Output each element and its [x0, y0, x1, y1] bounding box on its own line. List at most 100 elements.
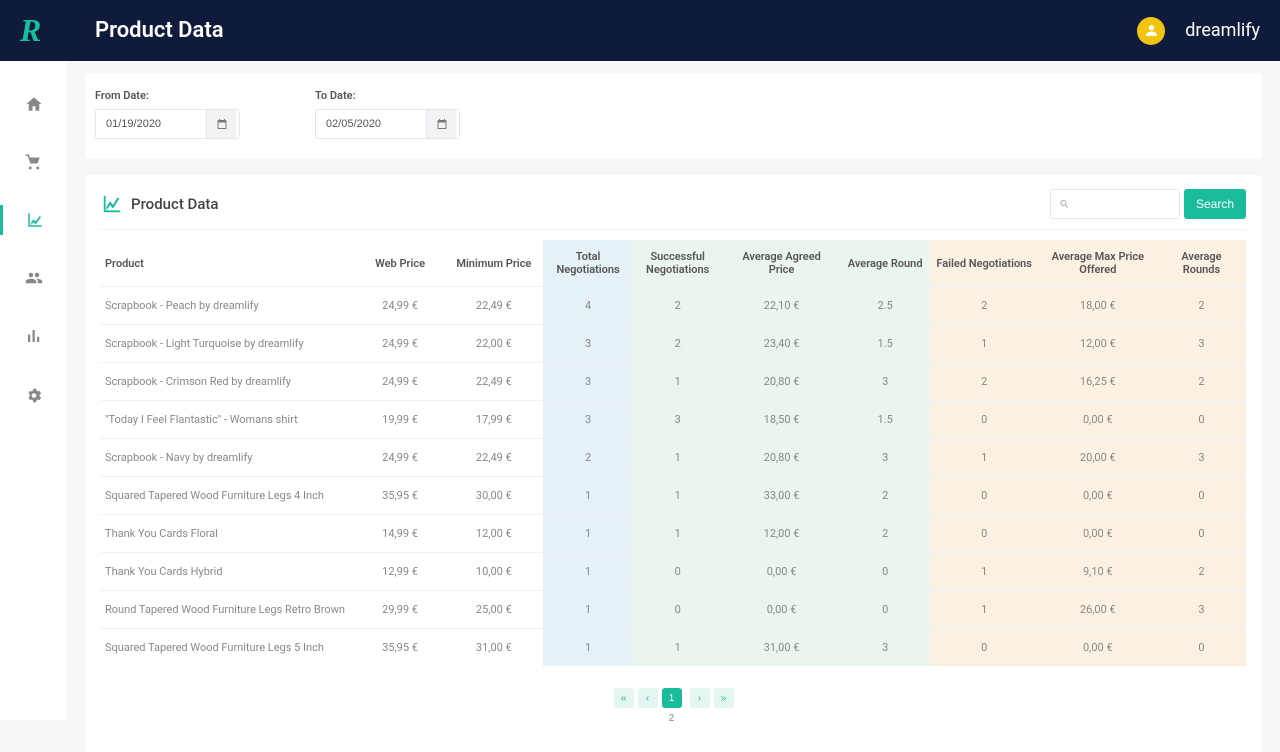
- from-date-input[interactable]: [95, 109, 240, 139]
- table-row: Squared Tapered Wood Furniture Legs 4 In…: [101, 477, 1246, 515]
- cell-avg-rounds: 0: [1157, 401, 1246, 439]
- page-prev[interactable]: ‹: [638, 688, 658, 708]
- cell-product: Thank You Cards Hybrid: [101, 553, 356, 591]
- col-web-price[interactable]: Web Price: [356, 240, 445, 287]
- cell-min-price: 30,00 €: [444, 477, 543, 515]
- cell-avg-agreed: 12,00 €: [722, 515, 840, 553]
- table-row: Scrapbook - Crimson Red by dreamlify24,9…: [101, 363, 1246, 401]
- to-date-input[interactable]: [315, 109, 460, 139]
- table-row: Scrapbook - Light Turquoise by dreamlify…: [101, 325, 1246, 363]
- sidebar: [0, 61, 67, 720]
- home-icon: [25, 95, 43, 113]
- cell-web-price: 29,99 €: [356, 591, 445, 629]
- calendar-icon[interactable]: [426, 110, 456, 138]
- table-row: Thank You Cards Hybrid12,99 €10,00 €100,…: [101, 553, 1246, 591]
- cell-avg-agreed: 20,80 €: [722, 439, 840, 477]
- cell-successful-neg: 1: [633, 439, 723, 477]
- cell-avg-max-price: 12,00 €: [1039, 325, 1157, 363]
- cell-avg-round: 3: [841, 629, 930, 667]
- page-next[interactable]: ›: [690, 688, 710, 708]
- nav-settings[interactable]: [0, 379, 67, 409]
- cell-avg-rounds: 3: [1157, 439, 1246, 477]
- cell-min-price: 31,00 €: [444, 629, 543, 667]
- calendar-icon[interactable]: [206, 110, 236, 138]
- cell-successful-neg: 0: [633, 591, 723, 629]
- cell-avg-max-price: 20,00 €: [1039, 439, 1157, 477]
- cell-web-price: 35,95 €: [356, 477, 445, 515]
- pagination: « ‹ 12 › »: [101, 688, 1246, 728]
- col-successful-neg[interactable]: Successful Negotiations: [633, 240, 723, 287]
- col-total-neg[interactable]: Total Negotiations: [543, 240, 633, 287]
- cell-web-price: 19,99 €: [356, 401, 445, 439]
- cell-avg-round: 2: [841, 515, 930, 553]
- col-failed-neg[interactable]: Failed Negotiations: [930, 240, 1039, 287]
- cell-failed-neg: 0: [930, 401, 1039, 439]
- chart-icon: [101, 193, 123, 215]
- cell-avg-round: 3: [841, 439, 930, 477]
- cell-total-neg: 3: [543, 325, 633, 363]
- cell-min-price: 22,49 €: [444, 363, 543, 401]
- cell-min-price: 10,00 €: [444, 553, 543, 591]
- cell-successful-neg: 1: [633, 477, 723, 515]
- search-box[interactable]: [1050, 189, 1180, 219]
- cell-total-neg: 1: [543, 553, 633, 591]
- cell-min-price: 17,99 €: [444, 401, 543, 439]
- cell-total-neg: 3: [543, 363, 633, 401]
- cell-avg-rounds: 0: [1157, 515, 1246, 553]
- cell-min-price: 22,49 €: [444, 287, 543, 325]
- cell-successful-neg: 2: [633, 287, 723, 325]
- cell-avg-agreed: 0,00 €: [722, 591, 840, 629]
- cell-avg-agreed: 23,40 €: [722, 325, 840, 363]
- cell-successful-neg: 1: [633, 363, 723, 401]
- cell-avg-round: 0: [841, 591, 930, 629]
- cell-avg-round: 1.5: [841, 325, 930, 363]
- cell-web-price: 24,99 €: [356, 439, 445, 477]
- table-row: Scrapbook - Navy by dreamlify24,99 €22,4…: [101, 439, 1246, 477]
- data-panel: Product Data Search Product Web Price Mi…: [85, 175, 1262, 752]
- cell-avg-rounds: 3: [1157, 325, 1246, 363]
- users-icon: [25, 269, 43, 287]
- col-min-price[interactable]: Minimum Price: [444, 240, 543, 287]
- page-first[interactable]: «: [614, 688, 634, 708]
- col-product[interactable]: Product: [101, 240, 356, 287]
- col-avg-agreed[interactable]: Average Agreed Price: [722, 240, 840, 287]
- cell-min-price: 22,00 €: [444, 325, 543, 363]
- col-avg-round[interactable]: Average Round: [841, 240, 930, 287]
- cell-total-neg: 1: [543, 629, 633, 667]
- to-date-field[interactable]: [316, 118, 426, 130]
- cell-avg-agreed: 18,50 €: [722, 401, 840, 439]
- cell-failed-neg: 0: [930, 477, 1039, 515]
- from-date-field[interactable]: [96, 118, 206, 130]
- top-bar: R Product Data dreamlify: [0, 0, 1280, 61]
- cell-avg-agreed: 0,00 €: [722, 553, 840, 591]
- cell-failed-neg: 0: [930, 515, 1039, 553]
- cell-product: Squared Tapered Wood Furniture Legs 5 In…: [101, 629, 356, 667]
- nav-cart[interactable]: [0, 147, 67, 177]
- chart-line-icon: [26, 211, 44, 229]
- nav-reports[interactable]: [0, 321, 67, 351]
- cell-failed-neg: 0: [930, 629, 1039, 667]
- cell-avg-rounds: 0: [1157, 477, 1246, 515]
- cell-avg-agreed: 20,80 €: [722, 363, 840, 401]
- cell-total-neg: 4: [543, 287, 633, 325]
- cell-web-price: 35,95 €: [356, 629, 445, 667]
- page-number[interactable]: 2: [662, 708, 682, 728]
- cell-avg-round: 2: [841, 477, 930, 515]
- cell-avg-rounds: 2: [1157, 553, 1246, 591]
- bar-chart-icon: [25, 327, 43, 345]
- page-last[interactable]: »: [714, 688, 734, 708]
- cell-web-price: 24,99 €: [356, 363, 445, 401]
- page-number[interactable]: 1: [662, 688, 682, 708]
- nav-home[interactable]: [0, 89, 67, 119]
- search-button[interactable]: Search: [1184, 189, 1246, 219]
- col-avg-rounds[interactable]: Average Rounds: [1157, 240, 1246, 287]
- cell-avg-agreed: 31,00 €: [722, 629, 840, 667]
- avatar[interactable]: [1137, 17, 1165, 45]
- search-input[interactable]: [1076, 197, 1171, 211]
- username: dreamlify: [1185, 20, 1260, 41]
- nav-users[interactable]: [0, 263, 67, 293]
- cell-product: Round Tapered Wood Furniture Legs Retro …: [101, 591, 356, 629]
- col-avg-max-price[interactable]: Average Max Price Offered: [1039, 240, 1157, 287]
- nav-analytics[interactable]: [0, 205, 67, 235]
- cell-product: Scrapbook - Navy by dreamlify: [101, 439, 356, 477]
